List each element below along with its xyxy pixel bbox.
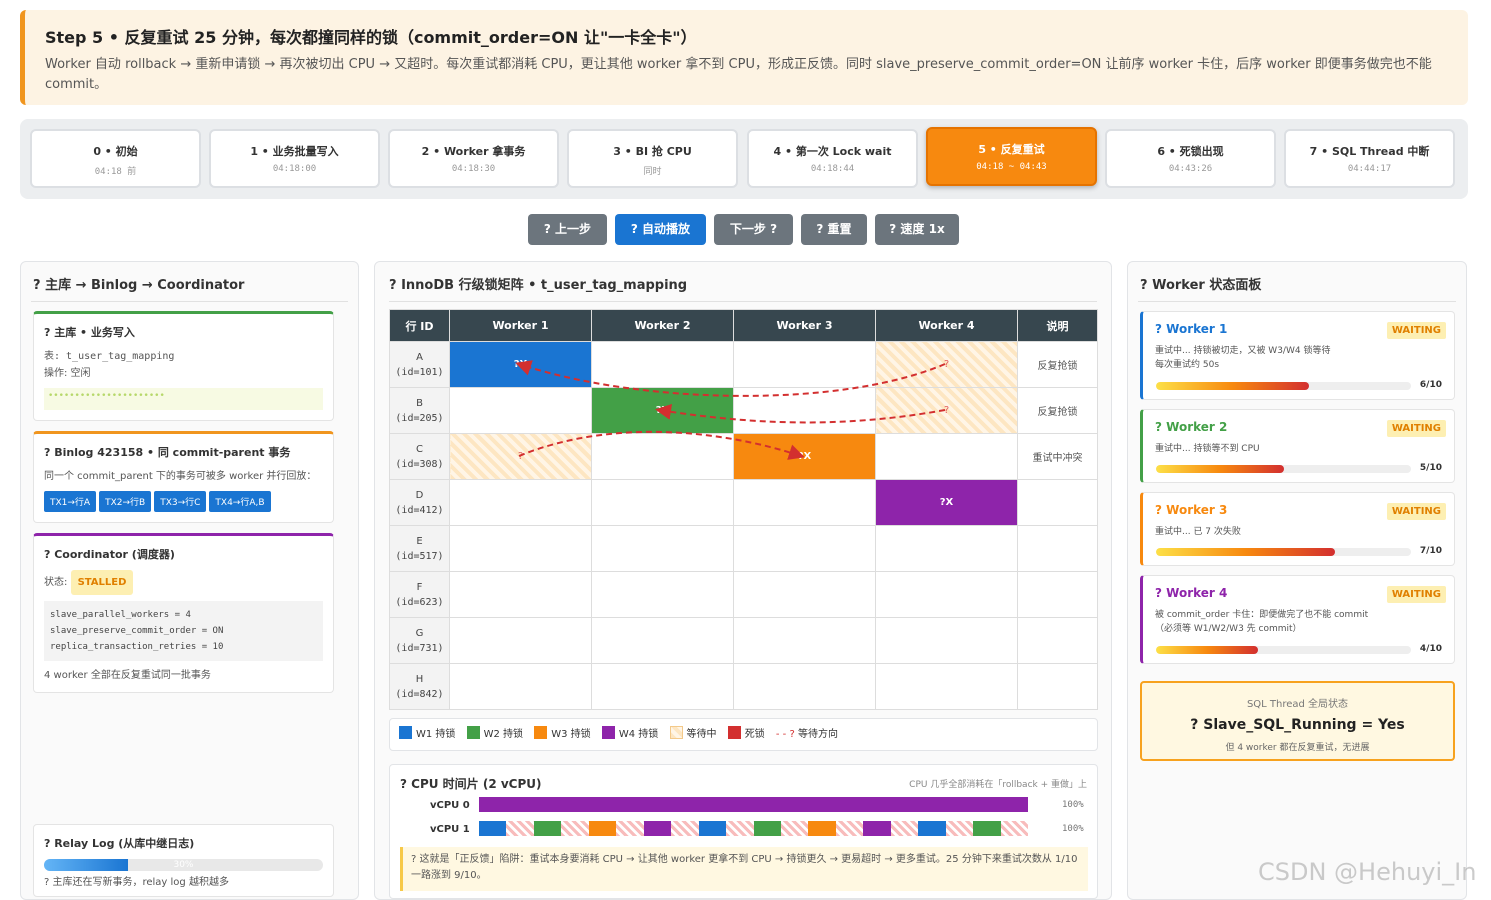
- worker-4-card: ? Worker 4 WAITING 被 commit_order 卡住：即便做…: [1140, 575, 1455, 664]
- step-1[interactable]: 1 • 业务批量写入 04:18:00: [209, 129, 380, 188]
- speed-button[interactable]: ? 速度 1x: [875, 214, 959, 245]
- step-4[interactable]: 4 • 第一次 Lock wait 04:18:44: [747, 129, 918, 188]
- waiting-cell[interactable]: ?: [449, 433, 592, 480]
- next-button[interactable]: 下一步 ?: [714, 214, 793, 245]
- master-activity-dots: ••••••••••••••••••••••: [44, 388, 323, 410]
- step-banner: Step 5 • 反复重试 25 分钟，每次都撞同样的锁（commit_orde…: [20, 10, 1468, 105]
- step-2[interactable]: 2 • Worker 拿事务 04:18:30: [388, 129, 559, 188]
- master-write-card: ? 主库 • 业务写入 表: t_user_tag_mapping 操作: 空闲…: [33, 311, 334, 421]
- tx-tag: TX4→行A,B: [209, 491, 271, 512]
- lock-cell-w1[interactable]: ?X: [449, 341, 592, 388]
- lock-cell-w3[interactable]: ?X: [733, 433, 876, 480]
- master-panel-title: ? 主库 → Binlog → Coordinator: [31, 262, 348, 302]
- retry-progress: [1156, 465, 1411, 473]
- retry-progress: [1156, 548, 1411, 556]
- feedback-note: ? 这就是「正反馈」陷阱：重试本身要消耗 CPU → 让其他 worker 更拿…: [400, 847, 1088, 891]
- status-badge: WAITING: [1386, 586, 1446, 603]
- step-description: Worker 自动 rollback → 重新申请锁 → 再次被切出 CPU →…: [45, 57, 1432, 92]
- step-5-active[interactable]: 5 • 反复重试 04:18 ~ 04:43: [926, 127, 1097, 186]
- table-row: F (id=623): [389, 571, 1098, 618]
- vcpu0-bar: [479, 797, 1028, 812]
- worker-status-panel: ? Worker 状态面板 ? Worker 1 WAITING 重试中... …: [1127, 261, 1467, 900]
- binlog-card: ? Binlog 423158 • 同 commit-parent 事务 同一个…: [33, 431, 334, 523]
- lock-matrix-title: ? InnoDB 行级锁矩阵 • t_user_tag_mapping: [389, 262, 1097, 302]
- tx-tag: TX2→行B: [99, 491, 152, 512]
- relay-progress-bar: 30%: [44, 859, 323, 871]
- master-table: 表: t_user_tag_mapping: [44, 351, 175, 362]
- autoplay-button[interactable]: ? 自动播放: [615, 214, 706, 245]
- lock-matrix-panel: ? InnoDB 行级锁矩阵 • t_user_tag_mapping 行 ID…: [374, 261, 1112, 900]
- lock-cell-w2[interactable]: ?X: [591, 387, 734, 434]
- status-badge: STALLED: [70, 570, 134, 595]
- status-badge: WAITING: [1386, 420, 1446, 437]
- table-row: E (id=517): [389, 525, 1098, 572]
- watermark: CSDN @Hehuyi_In: [1258, 858, 1477, 886]
- sql-thread-status: SQL Thread 全局状态 ? Slave_SQL_Running = Ye…: [1140, 681, 1455, 761]
- step-6[interactable]: 6 • 死锁出现 04:43:26: [1105, 129, 1276, 188]
- table-row: H (id=842): [389, 663, 1098, 710]
- tx-tag: TX1→行A: [44, 491, 97, 512]
- lock-matrix: 行 ID Worker 1 Worker 2 Worker 3 Worker 4…: [389, 309, 1098, 710]
- lock-cell-w4[interactable]: ?X: [875, 479, 1018, 526]
- binlog-tx-tags: TX1→行A TX2→行B TX3→行C TX4→行A,B: [44, 490, 323, 512]
- waiting-cell[interactable]: ?: [875, 341, 1018, 388]
- waiting-cell[interactable]: ?: [875, 387, 1018, 434]
- cpu-timeslice-card: ? CPU 时间片 (2 vCPU) CPU 几乎全部消耗在「rollback …: [389, 764, 1098, 899]
- status-badge: WAITING: [1386, 322, 1446, 339]
- step-0[interactable]: 0 • 初始 04:18 前: [30, 129, 201, 188]
- coordinator-config: slave_parallel_workers = 4 slave_preserv…: [44, 601, 323, 661]
- retry-progress: [1156, 646, 1411, 654]
- status-badge: WAITING: [1386, 503, 1446, 520]
- tx-tag: TX3→行C: [154, 491, 207, 512]
- master-panel: ? 主库 → Binlog → Coordinator ? 主库 • 业务写入 …: [20, 261, 359, 900]
- worker-3-card: ? Worker 3 WAITING 重试中... 已 7 次失败 7/10: [1140, 492, 1455, 566]
- reset-button[interactable]: ? 重置: [801, 214, 867, 245]
- master-op: 操作: 空闲: [44, 368, 91, 379]
- matrix-legend: W1 持锁 W2 持锁 W3 持锁 W4 持锁 等待中 死锁 - - ? 等待方…: [389, 718, 1098, 751]
- table-row: G (id=731): [389, 617, 1098, 664]
- worker-2-card: ? Worker 2 WAITING 重试中... 持锁等不到 CPU 5/10: [1140, 409, 1455, 483]
- step-timeline: 0 • 初始 04:18 前 1 • 业务批量写入 04:18:00 2 • Wor…: [20, 119, 1468, 199]
- coordinator-card: ? Coordinator (调度器) 状态: STALLED slave_pa…: [33, 533, 334, 693]
- vcpu1-bar: [479, 821, 1029, 836]
- worker-1-card: ? Worker 1 WAITING 重试中... 持锁被切走，又被 W3/W4…: [1140, 311, 1455, 400]
- retry-progress: [1156, 382, 1411, 390]
- table-row: B (id=205) ?X ? 反复抢锁: [389, 387, 1098, 434]
- prev-button[interactable]: ? 上一步: [528, 214, 607, 245]
- step-7[interactable]: 7 • SQL Thread 中断 04:44:17: [1284, 129, 1455, 188]
- table-row: A (id=101) ?X ? 反复抢锁: [389, 341, 1098, 388]
- relay-log-card: ? Relay Log (从库中继日志) 30% ? 主库还在写新事务，rela…: [33, 824, 334, 897]
- table-row: C (id=308) ? ?X 重试中冲突: [389, 433, 1098, 480]
- table-row: D (id=412) ?X: [389, 479, 1098, 526]
- step-title: Step 5 • 反复重试 25 分钟，每次都撞同样的锁（commit_orde…: [45, 28, 697, 47]
- worker-panel-title: ? Worker 状态面板: [1138, 262, 1456, 302]
- step-3[interactable]: 3 • BI 抢 CPU 同时: [567, 129, 738, 188]
